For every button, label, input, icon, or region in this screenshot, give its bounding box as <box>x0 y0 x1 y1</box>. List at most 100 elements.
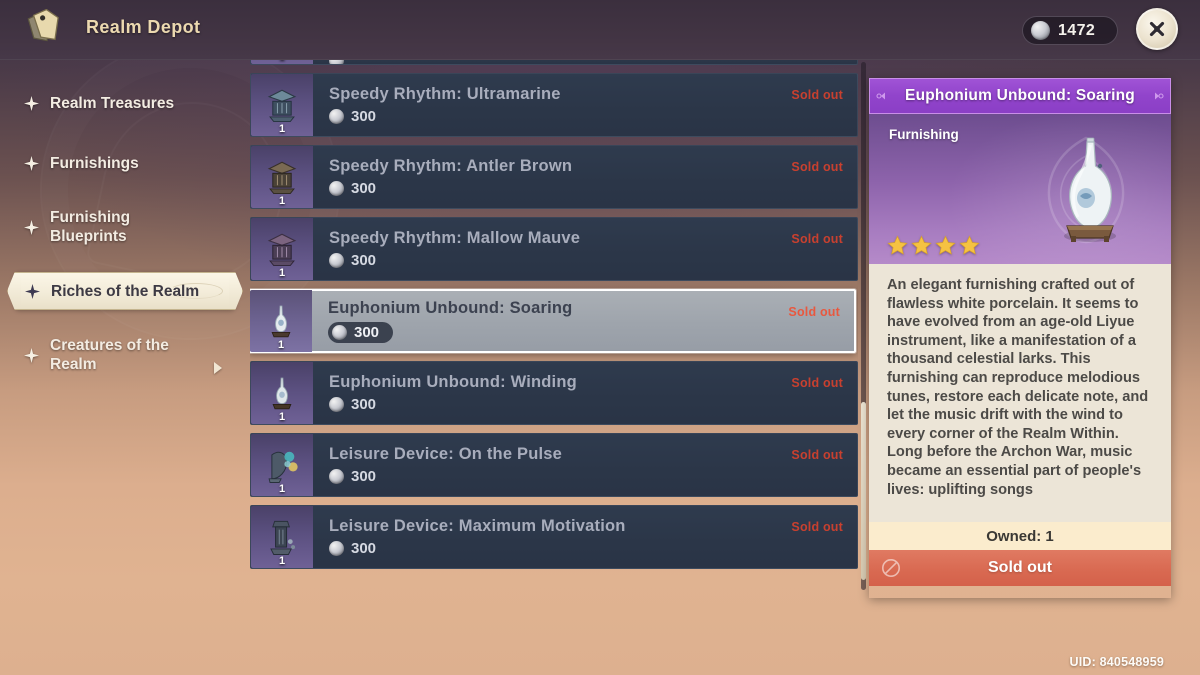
sparkle-icon <box>24 155 39 171</box>
detail-item-title: Euphonium Unbound: Soaring <box>905 87 1135 104</box>
item-price: 300 <box>329 108 857 125</box>
purchase-button-label: Sold out <box>988 559 1052 576</box>
realm-depot-screen: Realm Depot 1472 Realm Treasures Furnish… <box>0 0 1200 675</box>
row-body: Speedy Rhythm: Mallow Mauve 300 <box>313 218 857 280</box>
item-price: 300 <box>329 396 857 413</box>
item-price: 300 <box>329 180 857 197</box>
detail-item-kind: Furnishing <box>889 127 959 142</box>
item-quantity: 1 <box>278 123 286 135</box>
status-badge: Sold out <box>791 160 843 174</box>
sidebar-item-label: Riches of the Realm <box>51 282 200 300</box>
realm-currency-coin-icon <box>329 181 344 196</box>
item-name: Euphonium Unbound: Soaring <box>328 299 573 317</box>
diamond-ornament-icon <box>1155 92 1164 100</box>
sparkle-icon <box>24 95 39 111</box>
prohibited-icon <box>882 559 900 577</box>
item-price-value: 300 <box>351 252 377 269</box>
realm-currency-coin-icon <box>332 325 347 340</box>
realm-currency-coin-icon <box>329 397 344 412</box>
item-quantity: 1 <box>278 267 286 279</box>
table-row-selected[interactable]: 1 Euphonium Unbound: Soaring 300 Sold ou… <box>250 289 856 353</box>
realm-currency-coin-icon <box>329 253 344 268</box>
realm-currency-coin-icon <box>329 541 344 556</box>
star-icon <box>887 235 908 255</box>
item-name: Leisure Device: On the Pulse <box>329 445 563 463</box>
item-thumbnail: 1 <box>251 146 313 208</box>
page-title: Realm Depot <box>86 17 201 37</box>
sidebar-item-creatures-of-the-realm[interactable]: Creatures of the Realm <box>14 332 236 378</box>
realm-currency-coin-icon <box>329 109 344 124</box>
currency-amount: 1472 <box>1058 21 1096 39</box>
item-name: Speedy Rhythm: Mallow Mauve <box>329 229 581 247</box>
table-row[interactable]: 1 Speedy Rhythm: Antler Brown 300 Sold o… <box>250 145 858 209</box>
sparkle-icon <box>25 283 40 299</box>
item-quantity: 1 <box>278 483 286 495</box>
scrollbar-thumb[interactable] <box>861 402 866 580</box>
sidebar-item-label: Creatures of the Realm <box>50 337 169 373</box>
table-row[interactable]: 1 Euphonium Unbound: Winding 300 Sold ou… <box>250 361 858 425</box>
sidebar-nav: Realm Treasures Furnishings Furnishing B… <box>0 60 250 675</box>
item-thumbnail: 1 <box>251 218 313 280</box>
item-price-value: 300 <box>351 180 377 197</box>
row-body: Euphonium Unbound: Winding 300 <box>313 362 857 424</box>
item-price: 300 <box>328 322 394 343</box>
realm-currency-coin-icon <box>1031 21 1050 40</box>
item-detail-panel: Euphonium Unbound: Soaring Furnishing An… <box>869 78 1171 598</box>
porcelain-vase-image <box>1064 137 1116 242</box>
table-row[interactable]: 1 Speedy Rhythm: Mallow Mauve 300 Sold o… <box>250 217 858 281</box>
item-price-value: 300 <box>351 108 377 125</box>
star-icon <box>959 235 980 255</box>
price-tag-icon <box>22 8 66 51</box>
item-price: 300 <box>329 252 857 269</box>
row-body: Euphonium Unbound: Soaring 300 <box>312 291 854 351</box>
item-price-value: 300 <box>354 324 380 341</box>
purchase-button[interactable]: Sold out <box>869 550 1171 586</box>
table-row[interactable]: 1 Leisure Device: Maximum Motivation 300… <box>250 505 858 569</box>
row-body: Leisure Device: Maximum Motivation 300 <box>313 506 857 568</box>
expand-arrow-icon[interactable] <box>214 362 222 374</box>
sidebar-item-furnishing-blueprints[interactable]: Furnishing Blueprints <box>14 204 236 250</box>
owned-count-text: Owned: 1 <box>986 527 1054 545</box>
item-quantity: 1 <box>278 195 286 207</box>
item-price-value: 300 <box>351 540 377 557</box>
item-price-value: 300 <box>351 396 377 413</box>
uid-label: UID: 840548959 <box>1069 655 1164 669</box>
sidebar-item-label: Furnishings <box>50 154 139 172</box>
status-badge: Sold out <box>791 448 843 462</box>
item-thumbnail: 1 <box>251 74 313 136</box>
sidebar-item-realm-treasures[interactable]: Realm Treasures <box>14 84 236 122</box>
table-row[interactable]: 1 Leisure Device: On the Pulse 300 Sold … <box>250 433 858 497</box>
item-name: Leisure Device: Maximum Motivation <box>329 517 626 535</box>
item-name: Speedy Rhythm: Antler Brown <box>329 157 573 175</box>
item-quantity: 1 <box>278 555 286 567</box>
sidebar-item-label: Realm Treasures <box>50 94 175 112</box>
status-badge: Sold out <box>791 88 843 102</box>
currency-display[interactable]: 1472 <box>1022 16 1118 45</box>
sidebar-item-furnishings[interactable]: Furnishings <box>14 144 236 182</box>
sparkle-icon <box>24 219 39 235</box>
item-thumbnail: 1 <box>250 290 312 352</box>
list-scrollbar[interactable] <box>859 53 868 590</box>
item-quantity: 1 <box>278 411 286 423</box>
top-bar: Realm Depot 1472 <box>0 0 1200 60</box>
star-icon <box>935 235 956 255</box>
row-body: Speedy Rhythm: Antler Brown 300 <box>313 146 857 208</box>
table-row[interactable]: 1 Speedy Rhythm: Ultramarine 300 Sold ou… <box>250 73 858 137</box>
item-thumbnail: 1 <box>251 506 313 568</box>
sparkle-icon <box>24 347 39 363</box>
realm-currency-coin-icon <box>329 469 344 484</box>
item-thumbnail: 1 <box>251 362 313 424</box>
row-body: Leisure Device: On the Pulse 300 <box>313 434 857 496</box>
status-badge: Sold out <box>791 232 843 246</box>
detail-title-bar: Euphonium Unbound: Soaring <box>869 78 1171 114</box>
sidebar-item-label: Furnishing Blueprints <box>50 209 131 245</box>
row-body: Speedy Rhythm: Ultramarine 300 <box>313 74 857 136</box>
status-badge: Sold out <box>788 305 840 319</box>
status-badge: Sold out <box>791 520 843 534</box>
sidebar-item-riches-of-the-realm[interactable]: Riches of the Realm <box>14 272 236 310</box>
item-name: Speedy Rhythm: Ultramarine <box>329 85 561 103</box>
detail-description-text: An elegant furnishing crafted out of fla… <box>887 277 1149 498</box>
owned-count-bar: Owned: 1 <box>869 522 1171 550</box>
close-button[interactable] <box>1136 8 1178 50</box>
shop-item-list[interactable]: 1 1 <box>250 55 858 590</box>
